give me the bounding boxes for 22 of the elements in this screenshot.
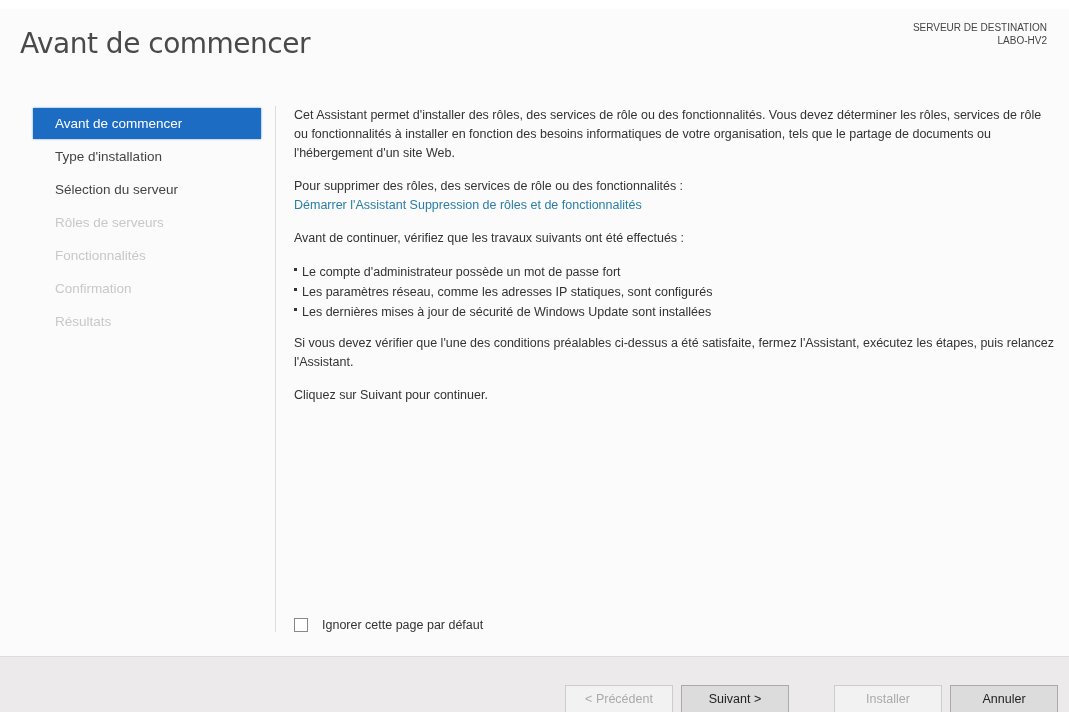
checklist-item: Le compte d'administrateur possède un mot de passe fort [302,264,621,281]
checklist-item: Les dernières mises à jour de sécurité de Windows Update sont installées [302,304,712,321]
bullet-icon [294,288,297,291]
note-text: Si vous devez vérifier que l'une des conditions préalables ci-dessus a été satisfaite, fermez l'Assistant, exécutez les étapes, puis relancez l'Assistant. [294,335,1055,371]
intro-text: Cet Assistant permet d'installer des rôles, des services de rôle ou des fonctionnalités. Vous devez déterminer les rôles, services de rôle ou fonctionnalités à installer en fonction des besoins informatiques de votre organisation, tels que le partage de documents ou l'hébergement d'un site Web. [294,107,1043,162]
wizard-button[interactable]: Annuler [950,685,1058,712]
destination-server: LABO-HV2 [997,34,1047,47]
checkbox[interactable] [294,618,308,632]
remove-prompt: Pour supprimer des rôles, des services de rôle ou des fonctionnalités : [294,178,685,195]
page-title: Avant de commencer [20,27,310,60]
bullet-icon [294,308,297,311]
wizard-step[interactable]: Sélection du serveur [33,174,261,205]
wizard-step[interactable]: Type d'installation [33,141,261,172]
checkbox-label[interactable]: Ignorer cette page par défaut [322,618,484,632]
wizard-step[interactable]: Avant de commencer [33,108,261,139]
wizard-button[interactable]: Suivant > [681,685,789,712]
checklist-item: Les paramètres réseau, comme les adresses IP statiques, sont configurés [302,284,713,301]
destination-label: SERVEUR DE DESTINATION [912,21,1047,34]
check-prompt: Avant de continuer, vérifiez que les travaux suivants ont été effectués : [294,230,686,247]
remove-wizard-link[interactable]: Démarrer l'Assistant Suppression de rôles et de fonctionnalités [294,198,642,212]
continue-text: Cliquez sur Suivant pour continuer. [294,387,489,404]
bullet-icon [294,268,297,271]
